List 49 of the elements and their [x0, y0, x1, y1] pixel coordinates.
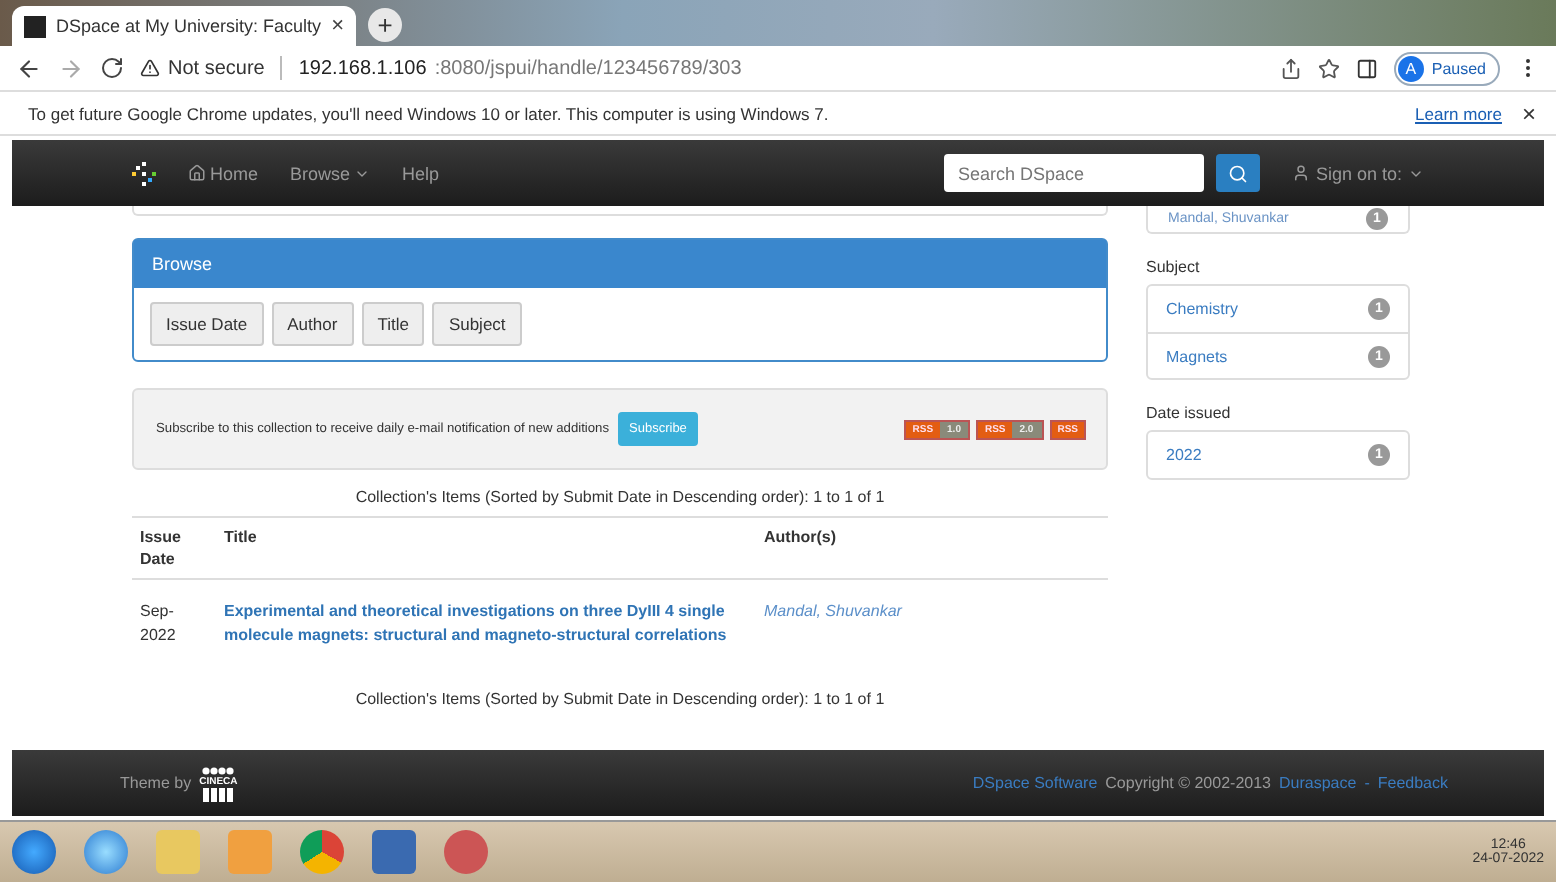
- search-icon: [1227, 163, 1248, 183]
- home-icon: [188, 164, 206, 182]
- facet-heading: Date issued: [1146, 404, 1233, 422]
- figures-icon: [202, 787, 235, 801]
- facet-heading: Subject: [1146, 258, 1202, 276]
- close-button[interactable]: ×: [1521, 99, 1536, 127]
- update-message: To get future Google Chrome updates, you'll need Windows 10 or later. This computer is using Windows 7.: [28, 103, 829, 123]
- search-button[interactable]: [1215, 154, 1260, 192]
- author-link[interactable]: Mandal, Shuvankar: [764, 602, 902, 621]
- column-header: Issue Date: [132, 517, 216, 580]
- browse-button[interactable]: Author: [271, 302, 354, 346]
- nav-link[interactable]: Home: [188, 163, 259, 183]
- nav-link[interactable]: Browse: [290, 163, 371, 183]
- duraspace-link[interactable]: Duraspace: [1279, 774, 1357, 792]
- browser-tab[interactable]: DSpace at My University: Faculty ×: [12, 6, 356, 46]
- reload-icon[interactable]: [100, 56, 124, 80]
- back-icon[interactable]: [16, 55, 42, 81]
- search-field[interactable]: Search DSpace: [943, 154, 1204, 192]
- dspace-software-link[interactable]: DSpace Software: [972, 774, 1098, 792]
- panel-heading: Browse: [134, 240, 1106, 288]
- new-tab-button[interactable]: +: [368, 8, 402, 42]
- user-icon: [1291, 164, 1310, 182]
- column-header: Author(s): [756, 517, 1108, 580]
- sign-on-menu[interactable]: Sign on to:: [1291, 163, 1424, 183]
- theme-by-text: Theme by: [120, 774, 192, 792]
- items-summary: Collection's Items (Sorted by Submit Date in Descending order): 1 to 1 of 1: [353, 687, 887, 712]
- dspace-logo-icon: [132, 161, 156, 185]
- forward-icon[interactable]: [58, 55, 84, 81]
- learn-more-link[interactable]: Learn more: [1415, 103, 1502, 123]
- warning-icon: [140, 58, 160, 78]
- nav-link[interactable]: Help: [402, 163, 440, 183]
- tab-close-button[interactable]: ×: [331, 14, 344, 38]
- bookmark-star-icon[interactable]: [1317, 57, 1340, 79]
- items-summary: Collection's Items (Sorted by Submit Date in Descending order): 1 to 1 of 1: [353, 486, 887, 510]
- browse-button[interactable]: Subject: [432, 302, 522, 346]
- address-field[interactable]: Not secure 192.168.1.106 :8080/jspui/handle/123456789/303: [140, 50, 1264, 86]
- date-cell: Sep-2022: [132, 579, 216, 672]
- share-icon[interactable]: [1279, 57, 1302, 79]
- item-title-link[interactable]: Experimental and theoretical investigations on three DyIII 4 single molecule magnets: structural and magneto-structural correlations: [224, 600, 748, 648]
- figures-icon: [202, 765, 235, 775]
- feedback-link[interactable]: Feedback: [1377, 774, 1448, 792]
- browse-button[interactable]: Title: [361, 302, 425, 346]
- side-panel-icon[interactable]: [1355, 57, 1378, 79]
- profile-button[interactable]: A Paused: [1393, 51, 1500, 85]
- copyright-text: Copyright © 2002-2013: [1105, 774, 1271, 792]
- separator-text: -: [1364, 774, 1370, 792]
- column-header: Title: [216, 517, 756, 580]
- browse-button[interactable]: Issue Date: [150, 302, 264, 346]
- start-button[interactable]: [12, 830, 56, 874]
